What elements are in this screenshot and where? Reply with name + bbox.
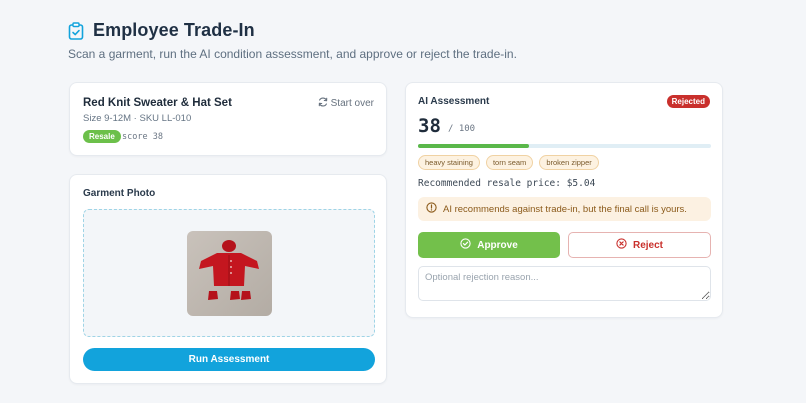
assessment-score-max: / 100 <box>448 124 476 134</box>
item-card: Red Knit Sweater & Hat Set Size 9-12M · … <box>69 82 387 156</box>
resale-badge: Resale <box>83 130 121 143</box>
run-assessment-button[interactable]: Run Assessment <box>83 348 375 371</box>
approve-label: Approve <box>477 239 518 251</box>
recommended-resale-price: Recommended resale price: $5.04 <box>418 178 596 189</box>
garment-photo-title: Garment Photo <box>83 188 156 199</box>
approve-button[interactable]: Approve <box>418 232 560 258</box>
item-name: Red Knit Sweater & Hat Set <box>83 97 232 109</box>
garment-photo <box>187 231 272 316</box>
ai-assessment-title: AI Assessment <box>418 96 490 107</box>
status-badge: Rejected <box>666 95 710 108</box>
ai-assessment-card: AI Assessment Rejected 38 / 100 heavy st… <box>405 82 723 318</box>
rejection-reason-input[interactable] <box>418 266 711 301</box>
damage-tags: heavy staining torn seam broken zipper <box>418 155 599 170</box>
recommendation-warning: AI recommends against trade-in, but the … <box>418 197 711 221</box>
title-row: Employee Trade-In <box>68 20 517 41</box>
damage-tag: broken zipper <box>539 155 599 170</box>
score-progress-fill <box>418 144 530 148</box>
reject-label: Reject <box>632 239 663 251</box>
score-progress-bar <box>418 144 711 148</box>
page-subtitle: Scan a garment, run the AI condition ass… <box>68 47 517 61</box>
reject-button[interactable]: Reject <box>568 232 711 258</box>
x-circle-icon <box>616 238 627 252</box>
refresh-icon <box>318 97 328 110</box>
check-circle-icon <box>460 238 471 252</box>
page-title: Employee Trade-In <box>93 20 255 40</box>
item-meta: Size 9-12M · SKU LL-010 <box>83 113 192 124</box>
photo-dropzone[interactable] <box>83 209 375 337</box>
start-over-label: Start over <box>330 98 374 109</box>
assessment-score: 38 <box>418 115 441 137</box>
clipboard-check-icon <box>68 21 84 40</box>
start-over-button[interactable]: Start over <box>318 97 374 110</box>
warning-text: AI recommends against trade-in, but the … <box>443 203 687 215</box>
warning-icon <box>426 202 437 216</box>
garment-photo-card: Garment Photo Run Assessment <box>69 174 387 384</box>
damage-tag: heavy staining <box>418 155 480 170</box>
page-header: Employee Trade-In Scan a garment, run th… <box>68 20 517 61</box>
item-score-text: score 38 <box>122 132 163 142</box>
damage-tag: torn seam <box>485 155 534 170</box>
